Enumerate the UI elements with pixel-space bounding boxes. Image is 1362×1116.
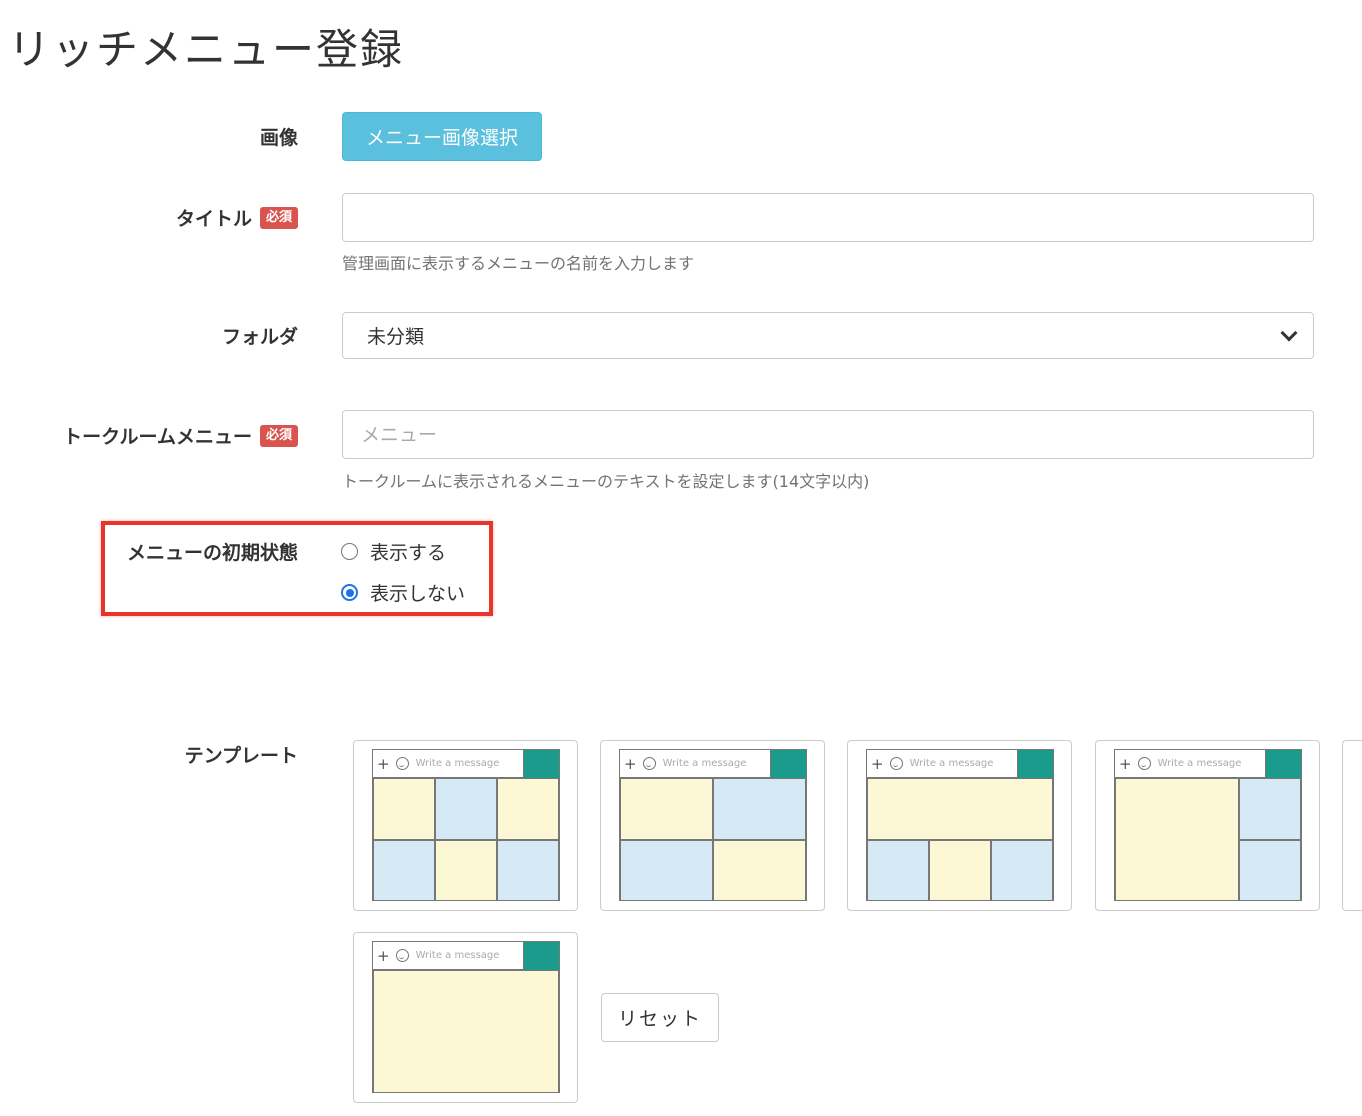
template-grid: [620, 778, 806, 900]
menu-toggle-block: [770, 750, 806, 778]
smile-icon: [642, 757, 656, 770]
radio-show[interactable]: [341, 543, 358, 560]
reset-button[interactable]: リセット: [601, 993, 719, 1042]
required-badge: 必須: [259, 424, 298, 447]
chat-placeholder: Write a message: [415, 950, 500, 961]
chevron-down-icon: [1280, 324, 1298, 341]
template-cell: [620, 778, 713, 840]
template-cell: [620, 840, 713, 900]
template-cell: [373, 970, 559, 1092]
smile-icon: [395, 949, 409, 962]
menu-toggle-block: [523, 942, 559, 970]
smile-icon: [1137, 757, 1151, 770]
required-badge: 必須: [259, 206, 298, 229]
template-option-1-2[interactable]: + Write a message: [1095, 740, 1320, 911]
template-cell: [497, 840, 559, 900]
menu-toggle-block: [523, 750, 559, 778]
chat-placeholder: Write a message: [415, 758, 500, 769]
template-cell: [867, 840, 929, 900]
template-cell: [1239, 840, 1301, 900]
image-label-text: 画像: [259, 127, 298, 149]
template-preview: + Write a message: [1114, 749, 1302, 901]
talkroom-menu-help-text: トークルームに表示されるメニューのテキストを設定します(14文字以内): [342, 472, 870, 491]
radio-show-label: 表示する: [370, 542, 447, 564]
talkroom-menu-input[interactable]: [342, 410, 1314, 459]
title-input[interactable]: [342, 193, 1314, 242]
radio-hide[interactable]: [341, 584, 358, 601]
plus-icon: +: [871, 754, 884, 773]
template-grid: [373, 970, 559, 1092]
smile-icon: [889, 757, 903, 770]
plus-icon: +: [377, 754, 390, 773]
template-grid: [373, 778, 559, 900]
template-option-2x3[interactable]: + Write a message: [353, 740, 578, 911]
rich-menu-register-page: リッチメニュー登録 画像 メニュー画像選択 タイトル 必須 管理画面に表示するメ…: [0, 0, 1362, 1116]
initial-state-label: メニューの初期状態: [127, 538, 298, 565]
chat-placeholder: Write a message: [909, 758, 994, 769]
image-label: 画像: [260, 123, 298, 150]
template-cell: [867, 778, 1053, 840]
template-grid: [1115, 778, 1301, 900]
title-label-text: タイトル: [175, 208, 252, 230]
template-option-partial[interactable]: [1342, 740, 1362, 911]
template-cell: [1115, 778, 1239, 900]
folder-label: フォルダ: [222, 322, 298, 349]
template-option-1-3[interactable]: + Write a message: [847, 740, 1072, 911]
title-label: タイトル 必須: [176, 204, 298, 231]
radio-hide-option[interactable]: 表示しない: [341, 579, 465, 606]
template-preview: + Write a message: [866, 749, 1054, 901]
template-option-2x2[interactable]: + Write a message: [600, 740, 825, 911]
template-preview: + Write a message: [372, 749, 560, 901]
template-cell: [991, 840, 1053, 900]
template-cell: [497, 778, 559, 840]
template-preview: + Write a message: [619, 749, 807, 901]
plus-icon: +: [624, 754, 637, 773]
initial-state-label-text: メニューの初期状態: [126, 542, 298, 564]
template-grid: [867, 778, 1053, 900]
menu-toggle-block: [1017, 750, 1053, 778]
template-cell: [373, 840, 435, 900]
template-cell: [713, 778, 806, 840]
template-label-text: テンプレート: [184, 745, 298, 767]
template-cell: [435, 778, 497, 840]
template-option-1x1[interactable]: + Write a message: [353, 932, 578, 1103]
template-cell: [929, 840, 991, 900]
title-help-text: 管理画面に表示するメニューの名前を入力します: [342, 254, 695, 273]
radio-show-option[interactable]: 表示する: [341, 538, 446, 565]
chat-placeholder: Write a message: [1157, 758, 1242, 769]
template-cell: [713, 840, 806, 900]
template-cell: [435, 840, 497, 900]
template-label: テンプレート: [185, 741, 298, 768]
page-title: リッチメニュー登録: [8, 25, 405, 74]
select-menu-image-button[interactable]: メニュー画像選択: [342, 112, 542, 161]
template-preview: + Write a message: [372, 941, 560, 1093]
chat-placeholder: Write a message: [662, 758, 747, 769]
talkroom-menu-label: トークルームメニュー 必須: [63, 422, 298, 449]
plus-icon: +: [1119, 754, 1132, 773]
template-cell: [373, 778, 435, 840]
menu-toggle-block: [1265, 750, 1301, 778]
folder-select-value: 未分類: [367, 326, 425, 348]
template-cell: [1239, 778, 1301, 840]
folder-label-text: フォルダ: [221, 326, 298, 348]
plus-icon: +: [377, 946, 390, 965]
smile-icon: [395, 757, 409, 770]
talkroom-menu-label-text: トークルームメニュー: [63, 426, 252, 448]
radio-hide-label: 表示しない: [370, 583, 466, 605]
folder-select[interactable]: 未分類: [342, 312, 1314, 359]
